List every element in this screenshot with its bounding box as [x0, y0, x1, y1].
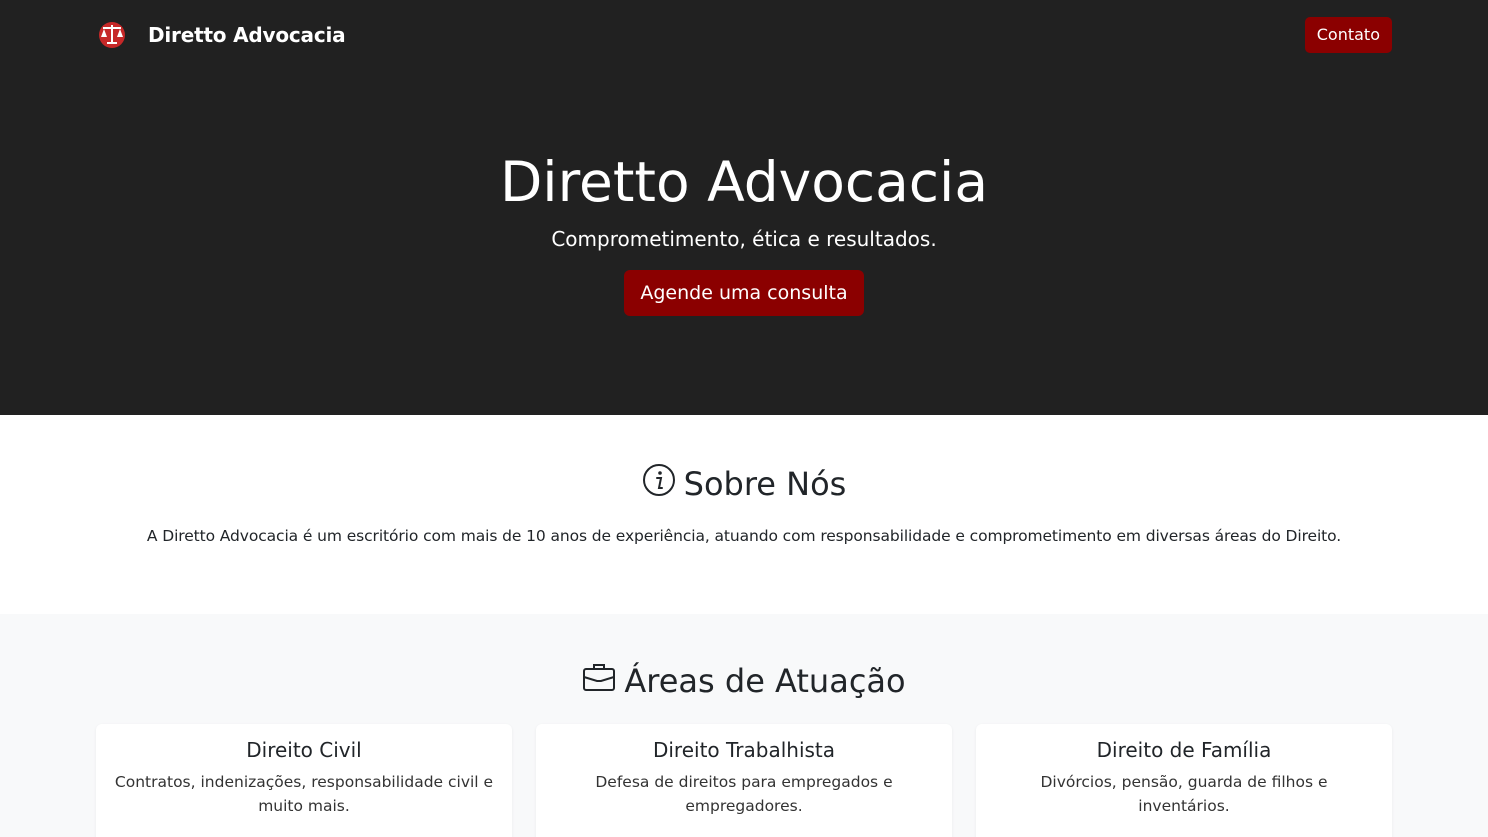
- brand-name: Diretto Advocacia: [148, 23, 346, 47]
- areas-title-text: Áreas de Atuação: [624, 662, 906, 700]
- card-text: Contratos, indenizações, responsabilidad…: [114, 773, 494, 815]
- card-text: Divórcios, pensão, guarda de filhos e in…: [1040, 773, 1328, 815]
- briefcase-icon: [582, 662, 616, 700]
- hero-subtitle: Comprometimento, ética e resultados.: [551, 227, 937, 251]
- about-section: Sobre Nós A Diretto Advocacia é um escri…: [0, 415, 1488, 614]
- card-title: Direito de Família: [1096, 738, 1272, 762]
- hero-section: Diretto Advocacia Contato Diretto Advoca…: [0, 0, 1488, 415]
- card-direito-civil[interactable]: Direito Civil Contratos, indenizações, r…: [96, 724, 512, 837]
- about-text: A Diretto Advocacia é um escritório com …: [146, 527, 1342, 545]
- card-title: Direito Civil: [246, 738, 362, 762]
- about-title-text: Sobre Nós: [683, 465, 847, 503]
- card-direito-trabalhista[interactable]: Direito Trabalhista Defesa de direitos p…: [536, 724, 952, 837]
- contact-button[interactable]: Contato: [1304, 17, 1392, 53]
- practice-areas-section: Áreas de Atuação Direito Civil Contratos…: [0, 614, 1488, 837]
- schedule-consultation-button[interactable]: Agende uma consulta: [624, 270, 864, 316]
- scales-of-justice-icon: [96, 19, 128, 51]
- areas-title: Áreas de Atuação: [582, 662, 906, 700]
- brand[interactable]: Diretto Advocacia: [96, 19, 346, 51]
- practice-area-cards: Direito Civil Contratos, indenizações, r…: [96, 724, 1392, 837]
- about-title: Sobre Nós: [642, 463, 847, 505]
- info-icon: [642, 463, 676, 505]
- card-direito-de-familia[interactable]: Direito de Família Divórcios, pensão, gu…: [976, 724, 1392, 837]
- page: Diretto Advocacia Contato Diretto Advoca…: [0, 0, 1488, 837]
- card-text: Defesa de direitos para empregados e emp…: [595, 773, 893, 815]
- hero: Diretto Advocacia Comprometimento, ética…: [0, 150, 1488, 316]
- hero-title: Diretto Advocacia: [499, 150, 989, 214]
- navbar: Diretto Advocacia Contato: [96, 0, 1392, 70]
- card-title: Direito Trabalhista: [652, 738, 836, 762]
